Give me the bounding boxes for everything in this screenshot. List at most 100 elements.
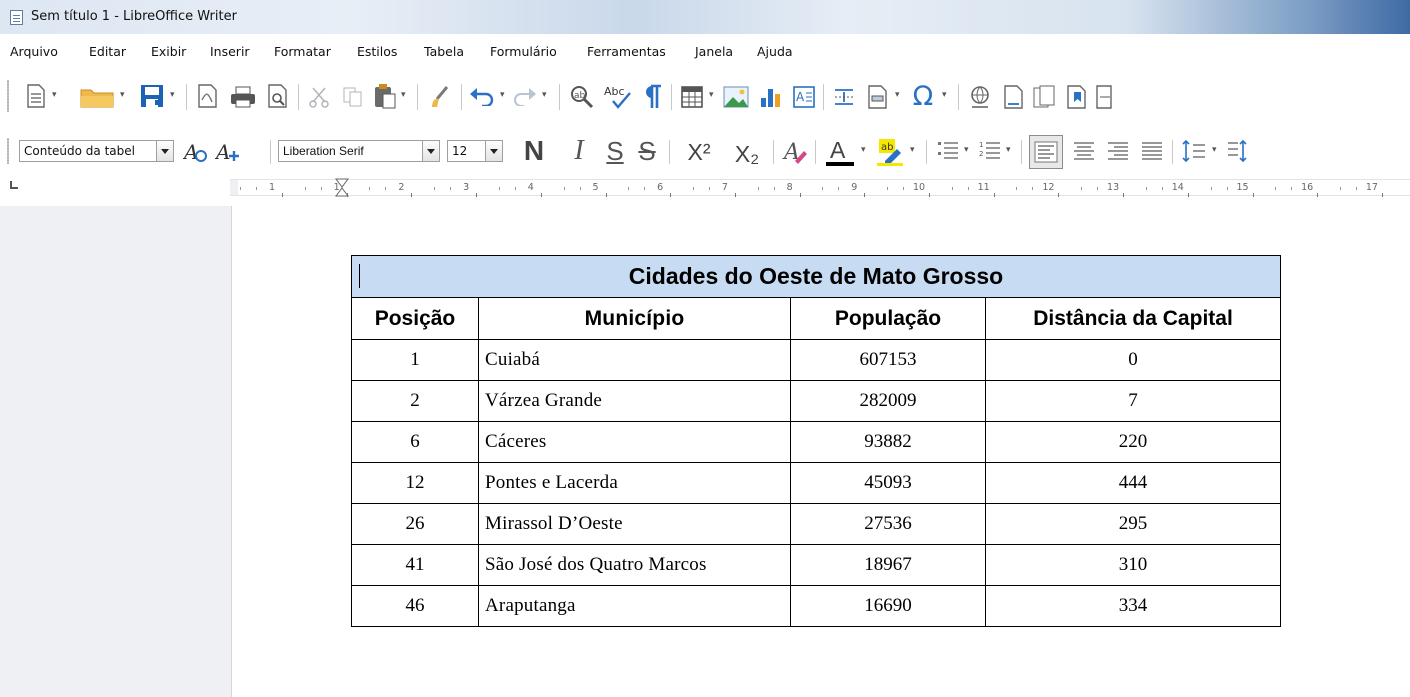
superscript-button[interactable]: X² — [677, 137, 721, 167]
cut-icon[interactable] — [306, 84, 332, 110]
chevron-down-icon[interactable]: ▾ — [1212, 145, 1217, 155]
export-pdf-icon[interactable] — [195, 83, 221, 109]
copy-icon[interactable] — [340, 84, 366, 110]
chevron-down-icon[interactable]: ▾ — [942, 90, 947, 100]
subscript-button[interactable]: X₂ — [726, 139, 768, 169]
undo-icon[interactable] — [468, 84, 496, 108]
font-name-combo[interactable]: Liberation Serif — [278, 140, 440, 162]
cell-distancia[interactable]: 7 — [985, 380, 1281, 422]
cell-populacao[interactable]: 282009 — [790, 380, 986, 422]
cell-municipio[interactable]: Araputanga — [478, 585, 791, 627]
chevron-down-icon[interactable]: ▾ — [401, 90, 406, 100]
header-distancia[interactable]: Distância da Capital — [985, 297, 1281, 340]
cell-populacao[interactable]: 27536 — [790, 503, 986, 545]
cell-distancia[interactable]: 220 — [985, 421, 1281, 463]
header-posicao[interactable]: Posição — [351, 297, 479, 340]
paragraph-style-combo[interactable]: Conteúdo da tabel — [19, 140, 174, 162]
document-page[interactable]: Cidades do Oeste de Mato Grosso Posição … — [231, 206, 1410, 697]
cell-distancia[interactable]: 295 — [985, 503, 1281, 545]
cell-posicao[interactable]: 1 — [351, 339, 479, 381]
new-style-icon[interactable]: A — [214, 138, 242, 166]
insert-bookmark-icon[interactable] — [1064, 83, 1090, 111]
cell-municipio[interactable]: Várzea Grande — [478, 380, 791, 422]
cell-distancia[interactable]: 334 — [985, 585, 1281, 627]
insert-cross-reference-icon[interactable] — [1094, 83, 1114, 111]
update-style-icon[interactable]: A — [182, 138, 210, 166]
numbered-list-icon[interactable]: 12 — [976, 137, 1004, 165]
cell-municipio[interactable]: Mirassol D’Oeste — [478, 503, 791, 545]
menu-formulario[interactable]: Formulário — [490, 44, 557, 59]
cell-posicao[interactable]: 41 — [351, 544, 479, 586]
open-folder-icon[interactable] — [78, 84, 116, 110]
chevron-down-icon[interactable]: ▾ — [910, 145, 915, 155]
font-size-combo[interactable]: 12 — [447, 140, 503, 162]
cell-posicao[interactable]: 12 — [351, 462, 479, 504]
cell-populacao[interactable]: 607153 — [790, 339, 986, 381]
menu-ferramentas[interactable]: Ferramentas — [587, 44, 666, 59]
cell-distancia[interactable]: 310 — [985, 544, 1281, 586]
clear-formatting-icon[interactable]: A — [781, 137, 809, 167]
tab-stop-icon[interactable] — [10, 181, 18, 189]
cell-populacao[interactable]: 45093 — [790, 462, 986, 504]
menu-inserir[interactable]: Inserir — [210, 44, 250, 59]
print-icon[interactable] — [228, 85, 258, 109]
menu-janela[interactable]: Janela — [695, 44, 733, 59]
align-left-button[interactable] — [1029, 135, 1063, 169]
toolbar-grip-icon[interactable] — [7, 80, 9, 112]
cell-distancia[interactable]: 444 — [985, 462, 1281, 504]
line-spacing-icon[interactable] — [1179, 137, 1209, 165]
cell-municipio[interactable]: Cuiabá — [478, 339, 791, 381]
chevron-down-icon[interactable]: ▾ — [964, 145, 969, 155]
save-icon[interactable] — [139, 82, 165, 110]
chevron-down-icon[interactable] — [156, 141, 173, 161]
insert-text-box-icon[interactable]: A — [791, 84, 817, 110]
toolbar-grip-icon[interactable] — [7, 138, 9, 164]
print-preview-icon[interactable] — [266, 83, 290, 109]
strikethrough-button[interactable]: S — [634, 135, 660, 167]
horizontal-ruler[interactable]: 1 1 2 3 4 5 6 7 8 9 10 11 12 13 14 15 16 17 — [230, 178, 1410, 197]
table-caption-cell[interactable]: Cidades do Oeste de Mato Grosso — [351, 255, 1281, 298]
insert-image-icon[interactable] — [722, 84, 750, 110]
align-right-icon[interactable] — [1104, 137, 1132, 165]
menu-tabela[interactable]: Tabela — [424, 44, 464, 59]
insert-page-break-icon[interactable] — [831, 84, 857, 110]
font-color-icon[interactable]: A — [822, 135, 858, 169]
justify-icon[interactable] — [1138, 137, 1166, 165]
insert-chart-icon[interactable] — [757, 84, 783, 110]
highlight-color-icon[interactable]: ab — [874, 135, 906, 169]
chevron-down-icon[interactable]: ▾ — [500, 90, 505, 100]
insert-endnote-icon[interactable] — [1032, 83, 1058, 111]
italic-button[interactable]: I — [566, 135, 592, 167]
cell-populacao[interactable]: 93882 — [790, 421, 986, 463]
paragraph-spacing-icon[interactable] — [1224, 137, 1250, 165]
cell-posicao[interactable]: 26 — [351, 503, 479, 545]
clone-formatting-icon[interactable] — [427, 83, 453, 111]
chevron-down-icon[interactable]: ▾ — [170, 90, 175, 100]
cell-populacao[interactable]: 18967 — [790, 544, 986, 586]
hyperlink-icon[interactable] — [966, 83, 994, 111]
menu-exibir[interactable]: Exibir — [151, 44, 186, 59]
formatting-marks-icon[interactable] — [640, 83, 664, 111]
chevron-down-icon[interactable]: ▾ — [895, 90, 900, 100]
menu-formatar[interactable]: Formatar — [274, 44, 331, 59]
chevron-down-icon[interactable]: ▾ — [709, 90, 714, 100]
new-document-icon[interactable] — [25, 82, 47, 110]
menu-ajuda[interactable]: Ajuda — [757, 44, 793, 59]
redo-icon[interactable] — [512, 84, 538, 108]
cell-municipio[interactable]: Pontes e Lacerda — [478, 462, 791, 504]
paste-icon[interactable] — [372, 82, 398, 110]
chevron-down-icon[interactable]: ▾ — [1006, 145, 1011, 155]
menu-arquivo[interactable]: Arquivo — [10, 44, 58, 59]
chevron-down-icon[interactable] — [422, 141, 439, 161]
indent-marker-icon[interactable] — [335, 178, 349, 201]
chevron-down-icon[interactable]: ▾ — [861, 145, 866, 155]
insert-footnote-icon[interactable] — [1001, 83, 1027, 111]
menu-estilos[interactable]: Estilos — [357, 44, 397, 59]
chevron-down-icon[interactable]: ▾ — [52, 90, 57, 100]
align-center-icon[interactable] — [1070, 137, 1098, 165]
cell-municipio[interactable]: Cáceres — [478, 421, 791, 463]
cell-distancia[interactable]: 0 — [985, 339, 1281, 381]
insert-field-icon[interactable] — [865, 84, 891, 110]
cell-posicao[interactable]: 46 — [351, 585, 479, 627]
chevron-down-icon[interactable]: ▾ — [542, 90, 547, 100]
